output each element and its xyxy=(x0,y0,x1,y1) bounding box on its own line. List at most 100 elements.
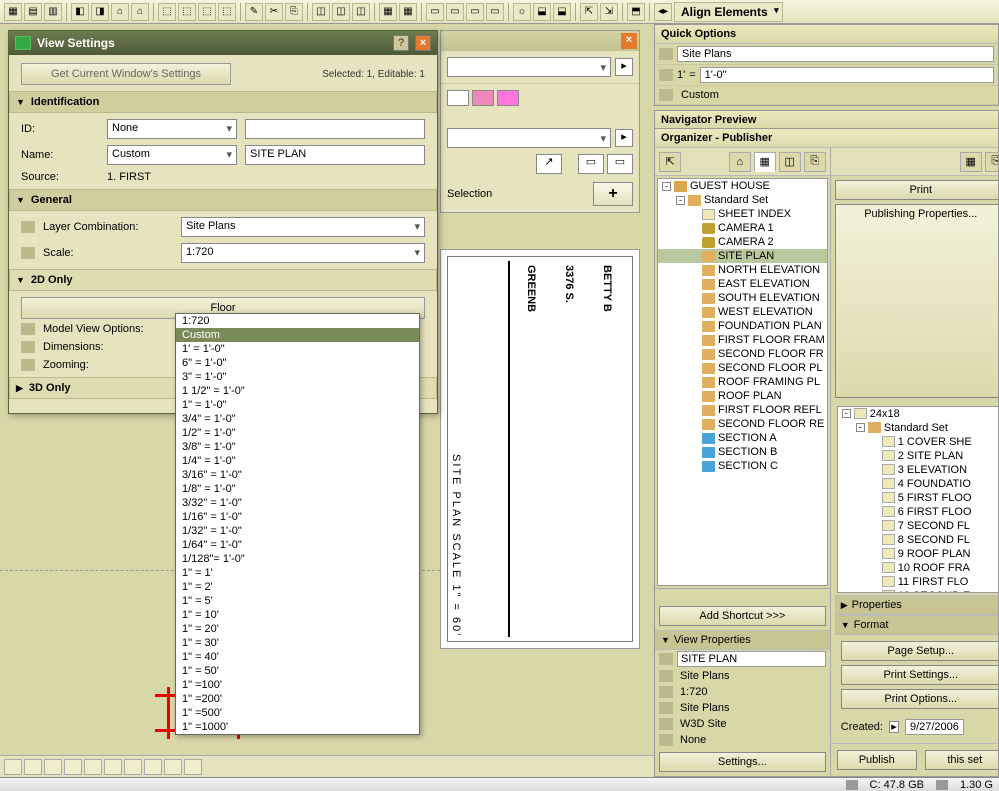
properties-header[interactable]: ▶Properties xyxy=(835,595,998,615)
tree-node[interactable]: -24x18 xyxy=(838,407,998,421)
toolbar-button[interactable]: ⌂ xyxy=(111,3,129,21)
tree-node[interactable]: SHEET INDEX xyxy=(658,207,827,221)
toolbar-button[interactable]: ⬚ xyxy=(178,3,196,21)
layer-combo-field[interactable]: Site Plans xyxy=(677,46,994,62)
tree-node[interactable]: FIRST FLOOR REFL xyxy=(658,403,827,417)
tree-node[interactable]: -Standard Set xyxy=(658,193,827,207)
tree-node[interactable]: 10 ROOF FRA xyxy=(838,561,998,575)
tab-publisher-icon[interactable]: ⎘ xyxy=(985,152,998,172)
zoom-tool[interactable] xyxy=(24,759,42,775)
tree-node[interactable]: 5 FIRST FLOO xyxy=(838,491,998,505)
tree-node[interactable]: SECTION C xyxy=(658,459,827,473)
scale-option[interactable]: 3/32" = 1'-0" xyxy=(176,496,419,510)
tree-node[interactable]: 8 SECOND FL xyxy=(838,533,998,547)
tree-node[interactable]: 1 COVER SHE xyxy=(838,435,998,449)
scale-option[interactable]: 1' = 1'-0" xyxy=(176,342,419,356)
tab-publisher[interactable]: ⎘ xyxy=(804,152,826,172)
scale-option[interactable]: 1" =100' xyxy=(176,678,419,692)
toolbar-button[interactable]: ▭ xyxy=(486,3,504,21)
scale-option[interactable]: 1/4" = 1'-0" xyxy=(176,454,419,468)
view-properties-header[interactable]: ▼View Properties xyxy=(655,630,830,650)
color-swatch[interactable] xyxy=(497,90,519,106)
toolbar-button[interactable]: ⇲ xyxy=(600,3,618,21)
tree-node[interactable]: CAMERA 1 xyxy=(658,221,827,235)
toolbar-button[interactable]: ▥ xyxy=(44,3,62,21)
toolbar-button[interactable]: ✎ xyxy=(245,3,263,21)
tree-node[interactable]: SITE PLAN xyxy=(658,249,827,263)
toolbar-button[interactable]: ▭ xyxy=(426,3,444,21)
scale-option[interactable]: 1 1/2" = 1'-0" xyxy=(176,384,419,398)
scale-option[interactable]: 1/2" = 1'-0" xyxy=(176,426,419,440)
close-icon[interactable]: × xyxy=(415,35,431,51)
zoom-tool[interactable] xyxy=(144,759,162,775)
publishing-properties-button[interactable]: Publishing Properties... xyxy=(835,204,998,398)
color-swatch[interactable] xyxy=(447,90,469,106)
toolbar-button[interactable]: ◧ xyxy=(71,3,89,21)
tree-node[interactable]: -GUEST HOUSE xyxy=(658,179,827,193)
toolbar-button[interactable]: ⌂ xyxy=(131,3,149,21)
add-shortcut-button[interactable]: Add Shortcut >>> xyxy=(659,606,826,626)
zoom-tool[interactable] xyxy=(124,759,142,775)
toolbar-button[interactable]: ⬒ xyxy=(627,3,645,21)
scale-option[interactable]: 1" =500' xyxy=(176,706,419,720)
scale-option[interactable]: 1" = 1'-0" xyxy=(176,398,419,412)
scale-option[interactable]: 1" = 40' xyxy=(176,650,419,664)
scale-option[interactable]: 1/64" = 1'-0" xyxy=(176,538,419,552)
print-options-button[interactable]: Print Options... xyxy=(841,689,998,709)
zoom-tool[interactable] xyxy=(184,759,202,775)
eyedropper-icon[interactable]: ↗ xyxy=(536,154,562,174)
scale-option[interactable]: 1" = 10' xyxy=(176,608,419,622)
tree-node[interactable]: SECOND FLOOR RE xyxy=(658,417,827,431)
scale-option[interactable]: 1:720 xyxy=(176,314,419,328)
tree-node[interactable]: ROOF PLAN xyxy=(658,389,827,403)
name-field[interactable]: SITE PLAN xyxy=(245,145,425,165)
two-d-only-section[interactable]: ▼2D Only xyxy=(9,269,437,291)
zoom-tool[interactable] xyxy=(164,759,182,775)
tree-node[interactable]: SECTION A xyxy=(658,431,827,445)
scale-option[interactable]: 3/8" = 1'-0" xyxy=(176,440,419,454)
pan-tool[interactable] xyxy=(64,759,82,775)
play-icon[interactable]: ▸ xyxy=(615,129,633,147)
get-current-settings-button[interactable]: Get Current Window's Settings xyxy=(21,63,231,85)
tree-node[interactable]: 4 FOUNDATIO xyxy=(838,477,998,491)
scale-option[interactable]: 1" =1000' xyxy=(176,720,419,734)
tree-node[interactable]: SECTION B xyxy=(658,445,827,459)
toolbar-button[interactable]: ⬚ xyxy=(158,3,176,21)
toolbar-button[interactable]: ◂▸ xyxy=(654,3,672,21)
tab-view-map[interactable]: ▦ xyxy=(754,152,776,172)
scale-dropdown[interactable]: 1:720 xyxy=(181,243,425,263)
tab-house-icon[interactable]: ⌂ xyxy=(729,152,751,172)
toolbar-button[interactable]: ⬓ xyxy=(553,3,571,21)
tree-node[interactable]: -Standard Set xyxy=(838,421,998,435)
format-header[interactable]: ▼Format xyxy=(835,615,998,635)
scale-option[interactable]: 1" = 30' xyxy=(176,636,419,650)
tree-node[interactable]: FIRST FLOOR FRAM xyxy=(658,333,827,347)
layer-combo-dropdown[interactable]: Site Plans xyxy=(181,217,425,237)
tree-node[interactable]: EAST ELEVATION xyxy=(658,277,827,291)
marquee-alt-icon[interactable]: ▭ xyxy=(607,154,633,174)
tab-layouts-icon[interactable]: ▦ xyxy=(960,152,982,172)
help-icon[interactable]: ? xyxy=(393,35,409,51)
tree-node[interactable]: FOUNDATION PLAN xyxy=(658,319,827,333)
tree-node[interactable]: 3 ELEVATION xyxy=(838,463,998,477)
tree-node[interactable]: 12 SECOND F xyxy=(838,589,998,594)
date-play-icon[interactable]: ▸ xyxy=(889,721,899,733)
tree-node[interactable]: 11 FIRST FLO xyxy=(838,575,998,589)
toolbar-button[interactable]: ▦ xyxy=(379,3,397,21)
id-dropdown[interactable]: None xyxy=(107,119,237,139)
tree-node[interactable]: ROOF FRAMING PL xyxy=(658,375,827,389)
play-icon[interactable]: ▸ xyxy=(615,58,633,76)
created-date-field[interactable]: 9/27/2006 xyxy=(905,719,964,735)
scale-option[interactable]: 3/16" = 1'-0" xyxy=(176,468,419,482)
publish-button[interactable]: Publish xyxy=(837,750,917,770)
tab-layout-book[interactable]: ◫ xyxy=(779,152,801,172)
toolbar-button[interactable]: ⬚ xyxy=(218,3,236,21)
scale-option[interactable]: 1" = 5' xyxy=(176,594,419,608)
scale-option[interactable]: 1/32" = 1'-0" xyxy=(176,524,419,538)
tab-project-map[interactable]: ⇱ xyxy=(659,152,681,172)
tree-node[interactable]: NORTH ELEVATION xyxy=(658,263,827,277)
color-swatch[interactable] xyxy=(472,90,494,106)
scale-option[interactable]: 1" = 1' xyxy=(176,566,419,580)
toolbar-button[interactable]: ⎘ xyxy=(285,3,303,21)
general-section[interactable]: ▼General xyxy=(9,189,437,211)
